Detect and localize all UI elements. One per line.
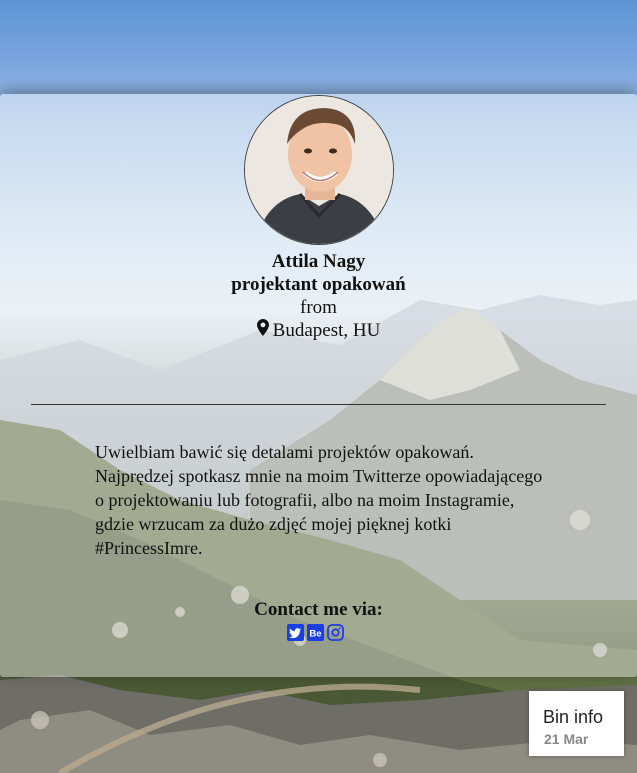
from-label: from	[300, 297, 337, 318]
profile-header: Attila Nagy projektant opakowań from Bud…	[0, 250, 637, 342]
contact-heading: Contact me via:	[254, 599, 383, 620]
bio-text: Uwielbiam bawić się detalami projektów o…	[95, 442, 543, 558]
bin-info-date: 21 Mar	[544, 731, 589, 747]
svg-text:Be: Be	[309, 628, 321, 639]
map-marker-icon	[256, 319, 269, 342]
bin-info-button[interactable]: Bin info 21 Mar	[529, 691, 624, 756]
profile-title: projektant opakowań	[231, 274, 406, 295]
divider	[31, 404, 606, 405]
bin-info-title: Bin info	[543, 707, 604, 727]
location-text: Budapest, HU	[272, 320, 381, 341]
avatar	[244, 95, 394, 245]
location: Budapest, HU	[256, 319, 381, 342]
profile-name: Attila Nagy	[271, 251, 366, 272]
instagram-icon[interactable]	[327, 624, 344, 641]
social-links: Be	[287, 624, 344, 641]
twitter-icon[interactable]	[287, 624, 304, 641]
behance-icon[interactable]: Be	[307, 624, 324, 641]
